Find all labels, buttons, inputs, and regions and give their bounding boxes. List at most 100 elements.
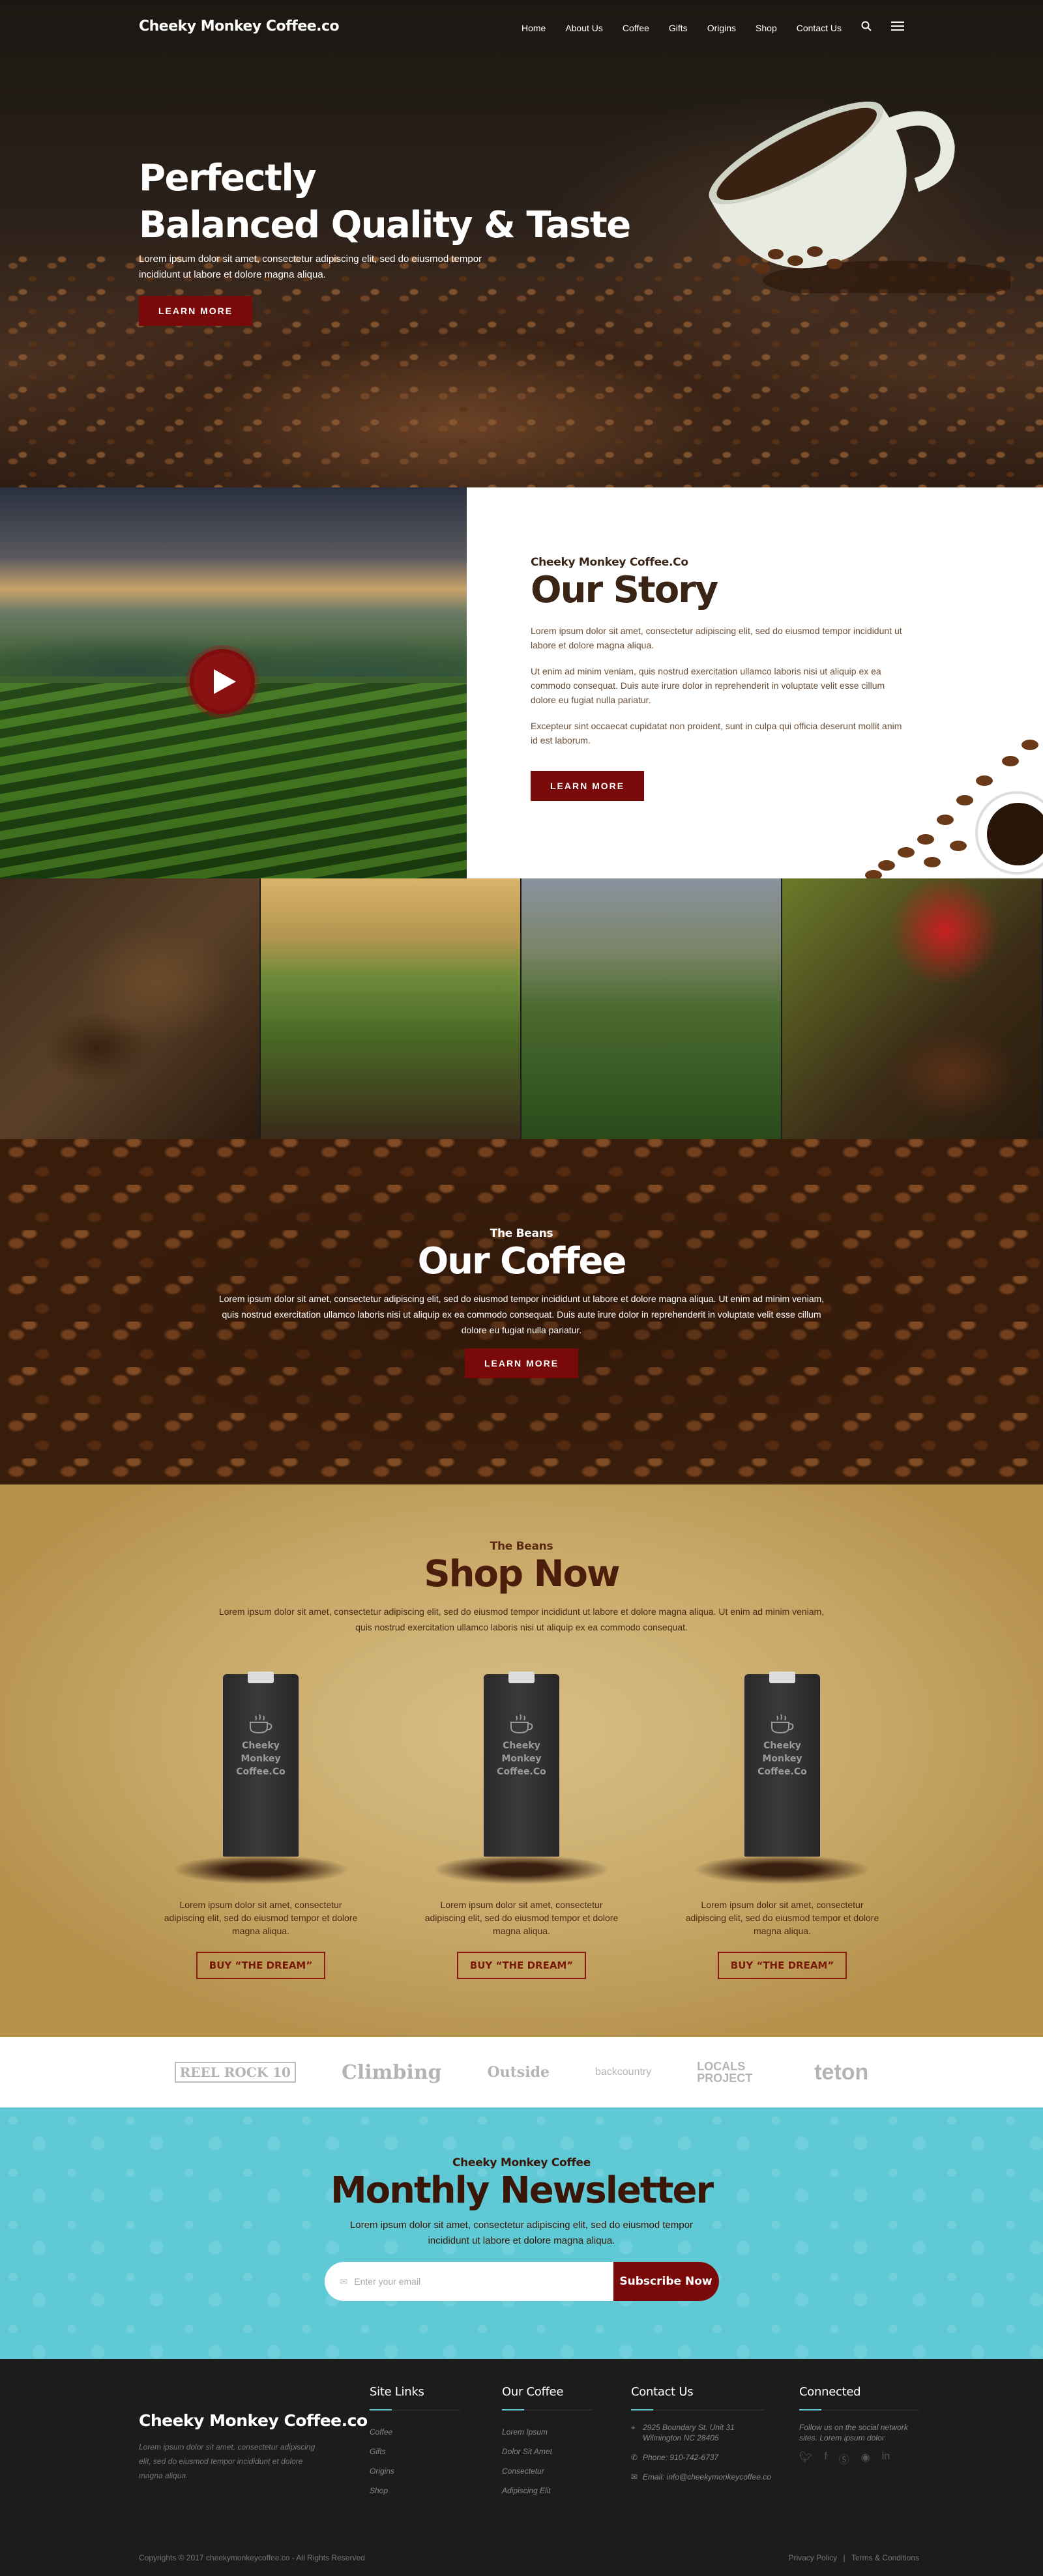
gallery-farmer-image[interactable]	[522, 878, 782, 1139]
product-card: Cheeky Monkey Coffee.Co Lorem ipsum dolor…	[665, 1672, 900, 1979]
coffee-bag-image[interactable]: Cheeky Monkey Coffee.Co	[143, 1672, 378, 1889]
plantation-video-thumbnail	[0, 487, 467, 878]
coffee-learn-more-button[interactable]: LEARN MORE	[464, 1348, 579, 1378]
story-learn-more-button[interactable]: LEARN MORE	[531, 771, 645, 801]
phone-icon: ✆	[631, 2453, 638, 2462]
footer-heading: Site Links	[370, 2385, 424, 2399]
newsletter-text: Lorem ipsum dolor sit amet, consectetur …	[349, 2220, 694, 2246]
gallery-cherries-cup-image[interactable]	[782, 878, 1043, 1139]
privacy-policy-link[interactable]: Privacy Policy	[788, 2553, 837, 2562]
footer-email[interactable]: ✉ Email: info@cheekymonkeycoffee.co	[631, 2472, 774, 2482]
coffee-cup-icon	[510, 1714, 533, 1734]
our-coffee-section: The Beans Our Coffee Lorem ipsum dolor s…	[0, 1139, 1043, 1484]
mail-icon: ✉	[340, 2276, 348, 2287]
footer-contact: Contact Us ⌖ 2925 Boundary St. Unit 31 Wi…	[631, 2385, 774, 2491]
hero-text: Lorem ipsum dolor sit amet, consectetur …	[139, 253, 482, 280]
our-story-section: Cheeky Monkey Coffee.Co Our Story Lorem …	[0, 487, 1043, 878]
coffee-cup-icon	[250, 1714, 272, 1734]
shop-eyebrow: The Beans	[490, 1540, 553, 1553]
nav-home[interactable]: Home	[522, 23, 546, 33]
twitter-icon[interactable]: 🐦︎	[799, 2451, 812, 2467]
coffee-title: Our Coffee	[417, 1240, 627, 1282]
product-card: Cheeky Monkey Coffee.Co Lorem ipsum dolor…	[404, 1672, 639, 1979]
footer-link[interactable]: Consectetur	[502, 2461, 593, 2481]
product-description: Lorem ipsum dolor sit amet, consectetur …	[164, 1900, 358, 1936]
terms-link[interactable]: Terms & Conditions	[851, 2553, 919, 2562]
logo-reel-rock[interactable]: REEL ROCK 10	[174, 2062, 296, 2083]
subscribe-button[interactable]: Subscribe Now	[613, 2262, 719, 2301]
footer-brand[interactable]: Cheeky Monkey Coffee.co	[139, 2411, 368, 2430]
nav-contact-us[interactable]: Contact Us	[797, 23, 842, 33]
logo-locals-project[interactable]: LOCALS PROJECT	[697, 2061, 769, 2084]
footer-link[interactable]: Origins	[370, 2461, 460, 2481]
coffee-text: Lorem ipsum dolor sit amet, consectetur …	[218, 1294, 825, 1335]
linkedin-icon[interactable]: in	[882, 2451, 890, 2467]
story-title: Our Story	[531, 569, 718, 611]
product-description: Lorem ipsum dolor sit amet, consectetur …	[685, 1900, 879, 1936]
copyright-text: Copyrights © 2017 cheekymonkeycoffee.co …	[139, 2553, 365, 2562]
coffee-cup-image	[709, 101, 1010, 293]
story-paragraph-2: Ut enim ad minim veniam, quis nostrud ex…	[531, 666, 885, 705]
footer-heading: Our Coffee	[502, 2385, 564, 2399]
footer-link[interactable]: Gifts	[370, 2442, 460, 2461]
footer-link[interactable]: Coffee	[370, 2422, 460, 2442]
nav-about-us[interactable]: About Us	[565, 23, 603, 33]
main-menu: Home About Us Coffee Gifts Origins Shop …	[502, 21, 904, 35]
footer-site-links: Site Links Coffee Gifts Origins Shop	[370, 2385, 460, 2500]
logo-teton[interactable]: teton	[814, 2060, 868, 2085]
hero-learn-more-button[interactable]: LEARN MORE	[139, 296, 253, 326]
shop-text: Lorem ipsum dolor sit amet, consectetur …	[218, 1606, 825, 1632]
social-icons: 🐦︎ f Ⓢ ◉ in	[799, 2451, 923, 2467]
buy-button[interactable]: BUY “THE DREAM”	[717, 1952, 847, 1979]
hero-title: Perfectly Balanced Quality & Taste	[139, 157, 631, 246]
logo-backcountry[interactable]: backcountry	[595, 2066, 651, 2078]
footer-link[interactable]: Shop	[370, 2481, 460, 2500]
buy-button[interactable]: BUY “THE DREAM”	[456, 1952, 587, 1979]
logo-outside[interactable]: Outside	[488, 2064, 550, 2081]
nav-coffee[interactable]: Coffee	[623, 23, 649, 33]
product-description: Lorem ipsum dolor sit amet, consectetur …	[424, 1900, 619, 1936]
nav-origins[interactable]: Origins	[707, 23, 736, 33]
footer-bottom-bar: Copyrights © 2017 cheekymonkeycoffee.co …	[139, 2553, 919, 2562]
coffee-bag-image[interactable]: Cheeky Monkey Coffee.Co	[404, 1672, 639, 1889]
footer-link[interactable]: Lorem Ipsum	[502, 2422, 593, 2442]
footer-link[interactable]: Adipiscing Elit	[502, 2481, 593, 2500]
shop-title: Shop Now	[424, 1553, 620, 1595]
newsletter-title: Monthly Newsletter	[330, 2169, 714, 2212]
facebook-icon[interactable]: f	[824, 2451, 827, 2467]
buy-button[interactable]: BUY “THE DREAM”	[196, 1952, 326, 1979]
footer-connected: Connected Follow us on the social networ…	[799, 2385, 923, 2467]
newsletter-section: Cheeky Monkey Coffee Monthly Newsletter …	[0, 2107, 1043, 2359]
hamburger-icon[interactable]	[891, 22, 904, 34]
gallery-cup-field-image[interactable]	[261, 878, 522, 1139]
coffee-bag-image[interactable]: Cheeky Monkey Coffee.Co	[665, 1672, 900, 1889]
story-paragraph-1: Lorem ipsum dolor sit amet, consectetur …	[531, 626, 902, 650]
email-input[interactable]: ✉ Enter your email	[325, 2262, 613, 2301]
product-list: Cheeky Monkey Coffee.Co Lorem ipsum dolor…	[0, 1672, 1043, 1979]
top-nav: Cheeky Monkey Coffee.co Home About Us Co…	[0, 0, 1043, 56]
search-icon[interactable]	[861, 21, 872, 35]
nav-gifts[interactable]: Gifts	[669, 23, 688, 33]
site-footer: Cheeky Monkey Coffee.co Lorem ipsum dolo…	[0, 2359, 1043, 2576]
footer-link[interactable]: Dolor Sit Amet	[502, 2442, 593, 2461]
footer-about-text: Lorem ipsum dolor sit amet, consectetur …	[139, 2442, 316, 2480]
mail-icon: ✉	[631, 2472, 638, 2482]
footer-connected-text: Follow us on the social network sites. L…	[799, 2423, 908, 2442]
footer-our-coffee: Our Coffee Lorem Ipsum Dolor Sit Amet Co…	[502, 2385, 593, 2500]
gallery-beans-scoop-image[interactable]	[0, 878, 261, 1139]
newsletter-eyebrow: Cheeky Monkey Coffee	[452, 2156, 591, 2169]
play-icon[interactable]	[190, 649, 255, 714]
story-eyebrow: Cheeky Monkey Coffee.Co	[531, 556, 688, 569]
coffee-eyebrow: The Beans	[490, 1227, 553, 1240]
footer-phone: ✆ Phone: 910-742-6737	[631, 2453, 719, 2462]
hero-section: Perfectly Balanced Quality & Taste Lorem …	[0, 0, 1043, 487]
brand-logo[interactable]: Cheeky Monkey Coffee.co	[139, 18, 340, 35]
photo-gallery	[0, 878, 1043, 1139]
nav-shop[interactable]: Shop	[756, 23, 777, 33]
story-paragraph-3: Excepteur sint occaecat cupidatat non pr…	[531, 721, 902, 745]
skype-icon[interactable]: Ⓢ	[839, 2451, 849, 2467]
rss-icon[interactable]: ◉	[861, 2451, 870, 2467]
shop-now-section: The Beans Shop Now Lorem ipsum dolor sit…	[0, 1484, 1043, 2037]
logo-climbing[interactable]: Climbing	[342, 2061, 442, 2084]
subscribe-form: ✉ Enter your email Subscribe Now	[324, 2262, 719, 2301]
